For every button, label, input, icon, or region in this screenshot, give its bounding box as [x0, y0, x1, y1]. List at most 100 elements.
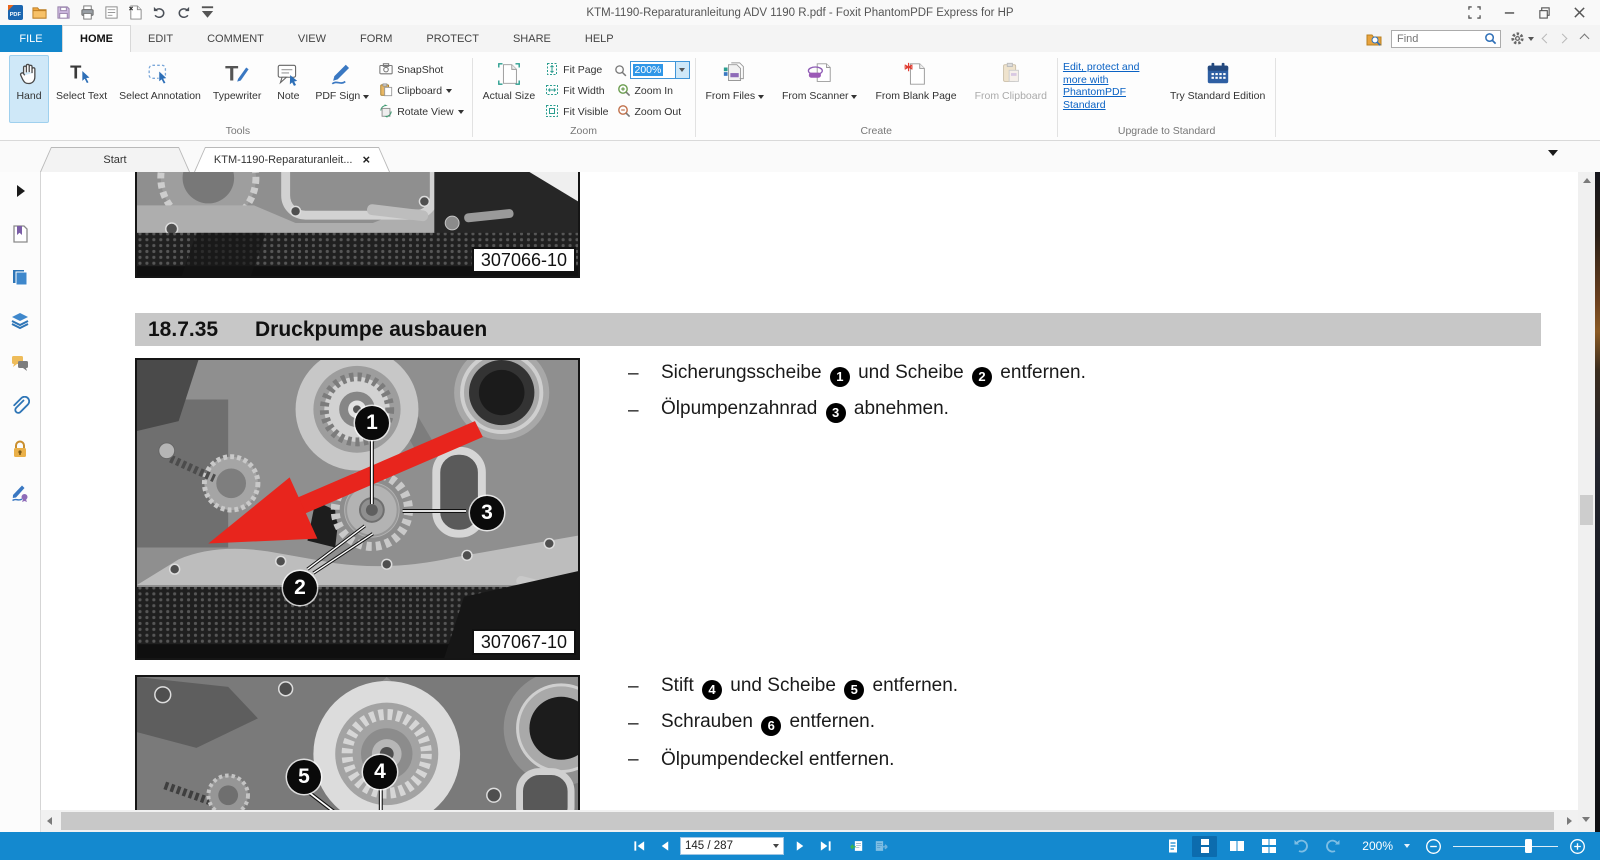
security-panel-icon[interactable] [9, 438, 31, 459]
tab-help[interactable]: HELP [568, 25, 631, 52]
doc-tab-start[interactable]: Start [40, 147, 190, 172]
tab-form[interactable]: FORM [343, 25, 409, 52]
tab-share[interactable]: SHARE [496, 25, 568, 52]
undo-icon[interactable] [151, 5, 167, 21]
typewriter-button[interactable]: T Typewriter [208, 55, 266, 123]
zoom-slider[interactable] [1453, 839, 1558, 853]
comments-panel-icon[interactable] [9, 352, 31, 373]
previous-view-icon[interactable] [847, 837, 865, 855]
horizontal-scroll-thumb[interactable] [61, 812, 1554, 830]
tab-file[interactable]: FILE [0, 25, 62, 52]
actual-size-button[interactable]: Actual Size [478, 55, 541, 123]
title-bar: PDF KTM-1190-Reparaturanleitung ADV 1190… [0, 0, 1600, 25]
note-icon [275, 60, 301, 88]
document-tab-bar: Start KTM-1190-Reparaturanleit... × [0, 141, 1600, 172]
select-text-button[interactable]: T Select Text [51, 55, 112, 123]
group-label-zoom: Zoom [478, 124, 690, 140]
single-page-view-icon[interactable] [1160, 836, 1185, 857]
zoom-level-input[interactable]: 200% [630, 61, 676, 79]
first-page-icon[interactable] [630, 837, 648, 855]
tab-view[interactable]: VIEW [281, 25, 343, 52]
next-page-icon[interactable] [791, 837, 809, 855]
search-icon[interactable] [1484, 32, 1497, 45]
settings-gear-icon[interactable] [1510, 31, 1534, 46]
zoom-presets-icon[interactable] [1404, 844, 1410, 848]
try-standard-button[interactable]: Try Standard Edition [1165, 55, 1270, 123]
snapshot-button[interactable]: SnapShot [376, 61, 466, 79]
horizontal-scrollbar[interactable] [41, 810, 1578, 832]
zoom-level-dropdown[interactable] [676, 61, 690, 79]
fit-width-button[interactable]: Fit Width [542, 82, 611, 100]
document-view[interactable]: 307066-10 18.7.35 Druckpumpe ausbauen [41, 172, 1578, 810]
instruction-step: –Stift 4 und Scheibe 5 entfernen. [628, 669, 958, 706]
restore-icon[interactable] [1538, 6, 1551, 19]
tab-protect[interactable]: PROTECT [409, 25, 496, 52]
select-annotation-button[interactable]: Select Annotation [114, 55, 206, 123]
zoom-out-circle-icon[interactable] [1425, 838, 1442, 855]
attachments-panel-icon[interactable] [9, 395, 31, 416]
doc-tab-active[interactable]: KTM-1190-Reparaturanleit... × [194, 147, 390, 172]
minimize-icon[interactable] [1503, 6, 1516, 19]
from-scanner-button[interactable]: From Scanner [777, 55, 862, 123]
close-icon[interactable] [1573, 6, 1586, 19]
expand-panel-icon[interactable] [9, 180, 31, 201]
find-previous-icon[interactable] [1542, 34, 1552, 44]
fit-page-icon [545, 62, 559, 79]
previous-page-icon[interactable] [655, 837, 673, 855]
zoom-out-button[interactable]: Zoom Out [614, 103, 690, 121]
scroll-up-icon[interactable] [1583, 178, 1591, 183]
continuous-facing-view-icon[interactable] [1256, 836, 1281, 857]
vertical-scroll-thumb[interactable] [1580, 495, 1593, 525]
pdf-sign-button[interactable]: PDF Sign [310, 55, 374, 123]
pages-panel-icon[interactable] [9, 266, 31, 287]
note-button[interactable]: Note [268, 55, 308, 123]
zoom-in-button[interactable]: Zoom In [614, 82, 690, 100]
fullscreen-icon[interactable] [1468, 6, 1481, 19]
window-title: KTM-1190-Reparaturanleitung ADV 1190 R.p… [0, 7, 1600, 19]
bookmarks-panel-icon[interactable] [9, 223, 31, 244]
hand-tool-button[interactable]: Hand [9, 55, 49, 123]
upgrade-link[interactable]: Edit, protect and more with PhantomPDF S… [1063, 55, 1155, 111]
scroll-down-icon[interactable] [1582, 817, 1590, 822]
signature-panel-icon[interactable] [9, 481, 31, 502]
email-document-icon[interactable] [103, 5, 119, 21]
customize-toolbar-icon[interactable] [199, 5, 215, 21]
tab-home[interactable]: HOME [62, 25, 131, 52]
redo-icon[interactable] [175, 5, 191, 21]
scroll-right-icon[interactable] [1567, 817, 1572, 825]
fit-page-button[interactable]: Fit Page [542, 61, 611, 79]
ribbon-group-upgrade: Edit, protect and more with PhantomPDF S… [1058, 55, 1275, 140]
clipboard-button[interactable]: Clipboard [376, 82, 466, 100]
rotate-view-button[interactable]: Rotate View [376, 103, 466, 121]
from-blank-page-button[interactable]: From Blank Page [870, 55, 961, 123]
tab-list-icon[interactable] [1548, 150, 1558, 156]
status-zoom-value: 200% [1362, 839, 1393, 853]
print-icon[interactable] [79, 5, 95, 21]
from-files-button[interactable]: From Files [701, 55, 770, 123]
last-page-icon[interactable] [816, 837, 834, 855]
search-folder-icon[interactable] [1366, 31, 1382, 47]
layers-panel-icon[interactable] [9, 309, 31, 330]
vertical-scrollbar[interactable] [1578, 172, 1595, 810]
find-input[interactable] [1395, 32, 1484, 46]
zoom-in-icon [617, 83, 631, 100]
create-pdf-icon[interactable] [127, 5, 143, 21]
zoom-slider-handle[interactable] [1525, 839, 1532, 853]
collapse-ribbon-icon[interactable] [1580, 34, 1590, 44]
fit-visible-button[interactable]: Fit Visible [542, 103, 611, 121]
facing-view-icon[interactable] [1224, 836, 1249, 857]
continuous-view-icon[interactable] [1192, 836, 1217, 857]
section-heading: 18.7.35 Druckpumpe ausbauen [135, 313, 1541, 346]
tab-close-icon[interactable]: × [363, 155, 371, 165]
svg-text:T: T [225, 61, 238, 86]
save-icon[interactable] [55, 5, 71, 21]
tab-comment[interactable]: COMMENT [190, 25, 281, 52]
fit-buttons-column: Fit Page Fit Width Fit Visible [542, 55, 611, 121]
open-file-icon[interactable] [31, 5, 47, 21]
page-number-input[interactable]: 145 / 287 [680, 837, 784, 855]
tab-edit[interactable]: EDIT [131, 25, 190, 52]
scroll-left-icon[interactable] [47, 817, 52, 825]
find-next-icon[interactable] [1558, 34, 1568, 44]
zoom-in-circle-icon[interactable] [1569, 838, 1586, 855]
find-area [1366, 25, 1600, 52]
